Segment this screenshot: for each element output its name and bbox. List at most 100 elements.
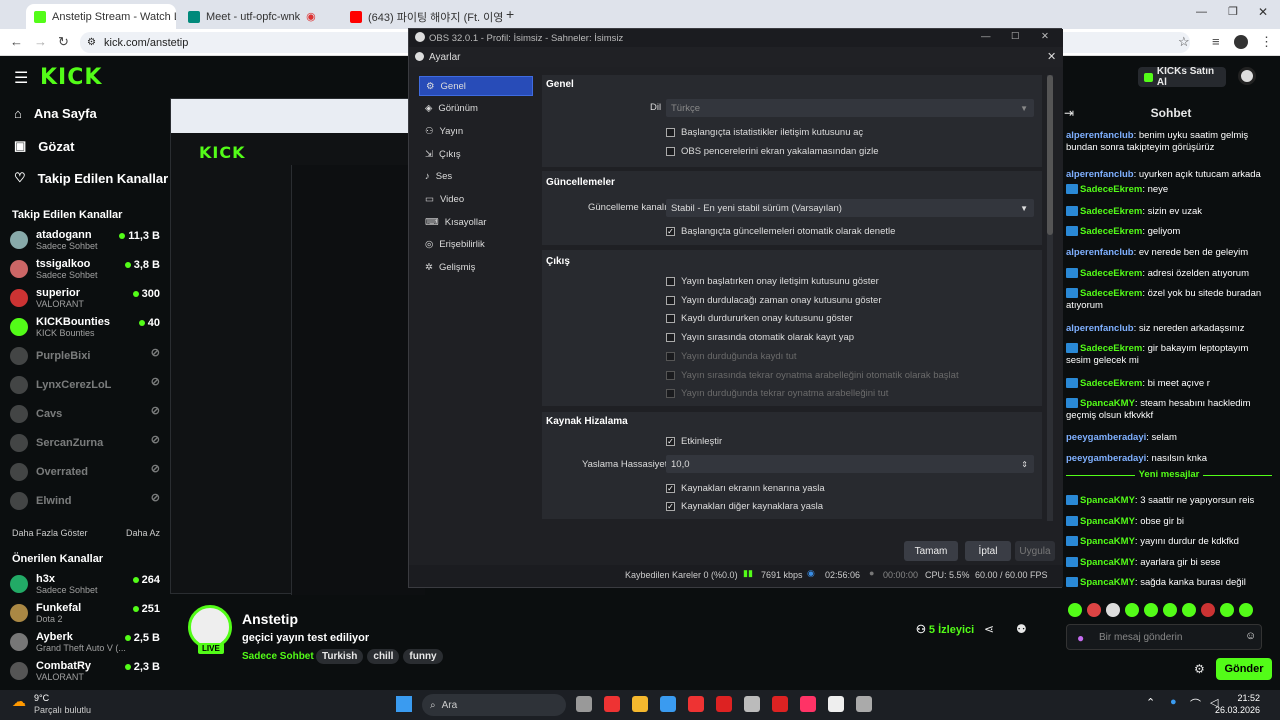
nav-browse[interactable]: ▣ Gözat — [14, 138, 74, 154]
network-icon[interactable]: ⌒ — [1190, 696, 1201, 712]
chat-username[interactable]: SadeceEkrem — [1080, 268, 1142, 279]
chat-username[interactable]: SadeceEkrem — [1080, 378, 1142, 389]
clock-date[interactable]: 26.03.2026 — [1208, 705, 1260, 715]
recommended-channel[interactable]: Ayberk Grand Theft Auto V (... 2,5 B — [10, 628, 160, 656]
chat-username[interactable]: alperenfanclub — [1066, 247, 1134, 258]
language-select[interactable]: Türkçe ▼ — [666, 99, 1034, 117]
hamburger-icon[interactable]: ☰ — [14, 68, 28, 88]
checkbox-snap-screen[interactable]: ✓ Kaynakları ekranın kenarına yasla — [666, 483, 825, 494]
chat-input[interactable]: ● Bir mesaj gönderin ☺ — [1066, 624, 1262, 650]
taskbar-app-icon[interactable] — [576, 696, 592, 712]
emoji-icon[interactable]: ☺ — [1245, 630, 1256, 642]
taskbar-app-icon[interactable] — [660, 696, 676, 712]
nav-following[interactable]: ♡ Takip Edilen Kanallar — [14, 170, 168, 186]
chat-username[interactable]: peeygamberadayi — [1066, 453, 1146, 464]
kick-logo[interactable]: KICK — [40, 65, 102, 90]
ok-button[interactable]: Tamam — [904, 541, 958, 561]
settings-nav-item[interactable]: ⚙ Genel — [419, 76, 533, 96]
taskbar-app-icon[interactable] — [632, 696, 648, 712]
taskbar-app-icon[interactable] — [800, 696, 816, 712]
forward-icon[interactable]: → — [34, 34, 47, 49]
tab-youtube[interactable]: (643) 파이팅 해야지 (Ft. 이영지✕ — [342, 4, 502, 29]
chat-username[interactable]: SadeceEkrem — [1080, 288, 1142, 299]
streamer-name[interactable]: Anstetip — [242, 611, 298, 627]
clock-time[interactable]: 21:52 — [1222, 693, 1260, 703]
chat-username[interactable]: SpancaKMY — [1080, 536, 1135, 547]
tab-kick[interactable]: Anstetip Stream - Watch Live o✕ — [26, 4, 176, 29]
chat-username[interactable]: SpancaKMY — [1080, 516, 1135, 527]
menu-icon[interactable]: ⋮ — [1260, 34, 1273, 50]
obs-minimize-icon[interactable]: — — [981, 31, 991, 42]
followed-channel[interactable]: tssigalkoo Sadece Sohbet 3,8 B — [10, 255, 160, 283]
followed-channel[interactable]: PurpleBixi ⊘ — [10, 342, 160, 370]
chat-username[interactable]: alperenfanclub — [1066, 130, 1134, 141]
tray-chevron-icon[interactable]: ⌃ — [1146, 696, 1155, 709]
settings-nav-item[interactable]: ✲ Gelişmiş — [419, 258, 533, 278]
follow-icon[interactable]: ⚉ — [1016, 622, 1027, 636]
followed-channel[interactable]: atadogann Sadece Sohbet 11,3 B — [10, 226, 160, 254]
settings-nav-item[interactable]: ◈ Görünüm — [419, 99, 533, 119]
profile-avatar[interactable] — [1234, 35, 1248, 49]
tag[interactable]: Turkish — [316, 649, 364, 664]
chat-username[interactable]: SpancaKMY — [1080, 398, 1135, 409]
settings-nav-item[interactable]: ♪ Ses — [419, 167, 533, 187]
taskbar-app-icon[interactable] — [716, 696, 732, 712]
dialog-close-icon[interactable]: ✕ — [1047, 50, 1056, 63]
settings-nav-item[interactable]: ⇲ Çıkış — [419, 144, 533, 164]
chat-username[interactable]: SpancaKMY — [1080, 557, 1135, 568]
cancel-button[interactable]: İptal — [965, 541, 1011, 561]
checkbox-snap-enable[interactable]: ✓ Etkinleştir — [666, 436, 722, 447]
buy-kicks-button[interactable]: KICKs Satın Al — [1138, 66, 1226, 88]
mic-tray-icon[interactable]: ● — [1170, 696, 1177, 708]
taskbar-app-icon[interactable] — [744, 696, 760, 712]
mic-icon[interactable]: ● — [1077, 631, 1084, 645]
followed-channel[interactable]: Overrated ⊘ — [10, 458, 160, 486]
send-button[interactable]: Gönder — [1216, 658, 1272, 680]
recommended-channel[interactable]: CombatRy VALORANT 2,3 B — [10, 657, 160, 685]
followed-channel[interactable]: LynxCerezLoL ⊘ — [10, 371, 160, 399]
chat-username[interactable]: SadeceEkrem — [1080, 206, 1142, 217]
recommended-channel[interactable]: Funkefal Dota 2 251 — [10, 599, 160, 627]
show-less-button[interactable]: Daha Az — [126, 528, 160, 538]
taskbar-app-icon[interactable] — [604, 696, 620, 712]
maximize-icon[interactable]: ❐ — [1228, 5, 1238, 18]
checkbox-auto-update[interactable]: ✓ Başlangıçta güncellemeleri otomatik ola… — [666, 226, 895, 237]
settings-scrollbar[interactable] — [1047, 75, 1053, 521]
minimize-icon[interactable]: — — [1196, 6, 1207, 18]
tab-meet[interactable]: Meet - utf-opfc-wnk ◉ — [180, 4, 320, 29]
bookmark-star-icon[interactable]: ☆ — [1178, 34, 1190, 50]
checkbox-snap-sources[interactable]: ✓ Kaynakları diğer kaynaklara yasla — [666, 501, 823, 512]
emote-icon[interactable] — [1239, 603, 1253, 617]
apply-button[interactable]: Uygula — [1015, 541, 1055, 561]
output-checkbox[interactable]: Kaydı durdururken onay kutusunu göster — [666, 313, 853, 324]
show-more-button[interactable]: Daha Fazla Göster — [12, 528, 88, 538]
emote-icon[interactable] — [1106, 603, 1120, 617]
output-checkbox[interactable]: Yayın durdulacağı zaman onay kutusunu gö… — [666, 295, 882, 306]
emote-icon[interactable] — [1182, 603, 1196, 617]
emote-icon[interactable] — [1220, 603, 1234, 617]
followed-channel[interactable]: KICKBounties KICK Bounties 40 — [10, 313, 160, 341]
start-icon[interactable] — [396, 696, 412, 712]
settings-nav-item[interactable]: ◎ Erişebilirlik — [419, 235, 533, 255]
snap-sensitivity-input[interactable]: 10,0 ⇕ — [666, 455, 1034, 473]
emote-icon[interactable] — [1125, 603, 1139, 617]
spinner-icon[interactable]: ⇕ — [1021, 460, 1028, 469]
user-avatar[interactable] — [1238, 67, 1256, 85]
obs-maximize-icon[interactable]: ☐ — [1011, 31, 1020, 42]
chat-username[interactable]: peeygamberadayi — [1066, 432, 1146, 443]
reload-icon[interactable]: ↻ — [58, 34, 69, 50]
emote-icon[interactable] — [1201, 603, 1215, 617]
chat-username[interactable]: SadeceEkrem — [1080, 226, 1142, 237]
tab-search-icon[interactable]: ≡ — [1212, 34, 1220, 49]
output-checkbox[interactable]: Yayın başlatırken onay iletişim kutusunu… — [666, 276, 879, 287]
settings-nav-item[interactable]: ⚇ Yayın — [419, 121, 533, 141]
obs-close-icon[interactable]: ✕ — [1041, 31, 1049, 42]
settings-nav-item[interactable]: ▭ Video — [419, 190, 533, 210]
recommended-channel[interactable]: h3x Sadece Sohbet 264 — [10, 570, 160, 598]
followed-channel[interactable]: Cavs ⊘ — [10, 400, 160, 428]
taskbar-app-icon[interactable] — [688, 696, 704, 712]
chat-username[interactable]: alperenfanclub — [1066, 169, 1134, 180]
checkbox-hide-obs[interactable]: OBS pencerelerini ekran yakalamasından g… — [666, 146, 879, 157]
followed-channel[interactable]: SercanZurna ⊘ — [10, 429, 160, 457]
settings-nav-item[interactable]: ⌨ Kısayollar — [419, 212, 533, 232]
